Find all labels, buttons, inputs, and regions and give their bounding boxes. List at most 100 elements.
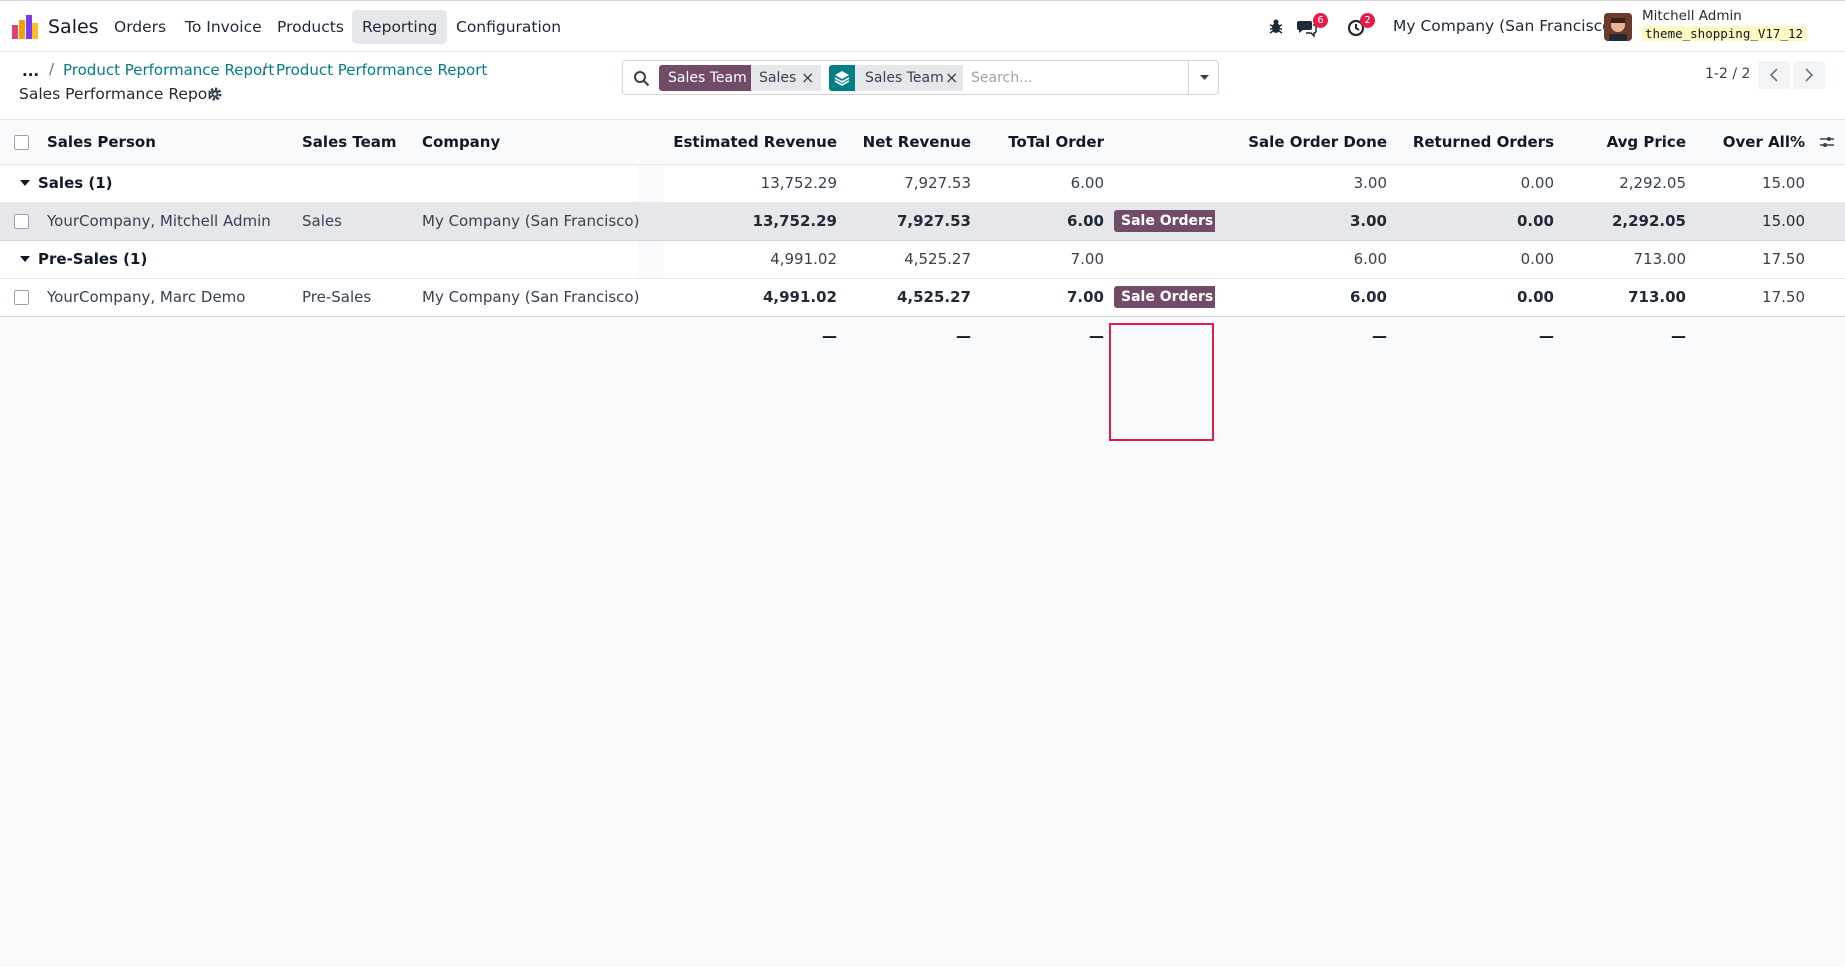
cell-returned-orders: 0.00 [1387,278,1554,317]
page-title: Sales Performance Report [19,85,220,103]
report-table: Sales Person Sales Team Company Estimate… [0,120,1845,356]
group-total: 15.00 [1686,164,1845,203]
cell-avg-price: 713.00 [1554,278,1686,317]
group-total: 7.00 [971,240,1104,279]
col-estimated-revenue[interactable]: Estimated Revenue [664,120,837,165]
col-total-order[interactable]: ToTal Order [971,120,1104,165]
breadcrumb-item[interactable]: Product Performance Report [276,61,487,79]
pager-next-button[interactable] [1793,61,1825,89]
col-sales-team[interactable]: Sales Team [302,120,422,165]
row-checkbox[interactable] [14,214,29,229]
footer-dash: — [971,316,1104,356]
chevron-right-icon [1805,68,1814,82]
list-view: Sales Person Sales Team Company Estimate… [0,120,1845,441]
group-total: 6.00 [971,164,1104,203]
cell-sales-team: Sales [302,202,422,241]
footer-dash: — [664,316,837,356]
caret-down-icon [20,255,30,262]
menu-orders[interactable]: Orders [104,10,176,44]
user-name[interactable]: Mitchell Admin [1642,8,1742,24]
top-navbar: Sales Orders To Invoice Products Reporti… [0,0,1845,52]
group-total: 4,525.27 [837,240,971,279]
search-icon [634,71,650,87]
cell-net-revenue: 7,927.53 [837,202,971,241]
col-sale-order-done[interactable]: Sale Order Done [1215,120,1387,165]
breadcrumb-item[interactable]: Product Performance Report [63,61,274,79]
menu-to-invoice[interactable]: To Invoice [175,10,272,44]
footer-dash: — [837,316,971,356]
cell-total-order: 7.00 [971,278,1104,317]
facet-label-sales-team: Sales Team [659,65,756,91]
col-returned-orders[interactable]: Returned Orders [1387,120,1554,165]
breadcrumb-separator: / [49,60,55,78]
cell-sale-order-done: 6.00 [1215,278,1387,317]
cell-over-all: 17.50 [1686,278,1845,317]
table-header-row: Sales Person Sales Team Company Estimate… [0,120,1845,165]
menu-products[interactable]: Products [267,10,354,44]
footer-dash: — [1554,316,1686,356]
cell-net-revenue: 4,525.27 [837,278,971,317]
col-avg-price[interactable]: Avg Price [1554,120,1686,165]
group-total: 713.00 [1554,240,1686,279]
breadcrumb-more[interactable]: ... [22,62,39,80]
col-net-revenue[interactable]: Net Revenue [837,120,971,165]
col-over-all[interactable]: Over All% [1686,120,1845,165]
group-total: 2,292.05 [1554,164,1686,203]
pager-previous-button[interactable] [1758,61,1790,89]
cell-over-all: 15.00 [1686,202,1845,241]
group-total: 17.50 [1686,240,1845,279]
group-by-layers-icon [829,65,855,91]
sale-orders-button[interactable]: Sale Orders [1114,210,1215,232]
user-avatar[interactable] [1604,13,1632,41]
cell-estimated-revenue: 4,991.02 [664,278,837,317]
bug-icon[interactable] [1265,16,1287,38]
col-company[interactable]: Company [422,120,664,165]
sale-orders-button[interactable]: Sale Orders [1114,286,1215,308]
cell-total-order: 6.00 [971,202,1104,241]
group-total: 4,991.02 [664,240,837,279]
sales-app-icon[interactable] [12,15,38,39]
cell-sales-person: YourCompany, Mitchell Admin [47,202,302,241]
cell-avg-price: 2,292.05 [1554,202,1686,241]
group-total: 6.00 [1215,240,1387,279]
company-switcher[interactable]: My Company (San Francisco) [1393,17,1618,35]
group-name: Pre-Sales (1) [38,250,148,268]
caret-down-icon [20,179,30,186]
col-over-all-label: Over All% [1722,132,1805,151]
table-row[interactable]: YourCompany, Mitchell Admin Sales My Com… [0,202,1845,241]
cell-company: My Company (San Francisco) [422,278,664,317]
cell-company: My Company (San Francisco) [422,202,664,241]
group-total: 13,752.29 [664,164,837,203]
cell-estimated-revenue: 13,752.29 [664,202,837,241]
remove-facet-icon[interactable]: × [801,65,814,91]
table-row[interactable]: YourCompany, Marc Demo Pre-Sales My Comp… [0,278,1845,317]
menu-configuration[interactable]: Configuration [446,10,571,44]
app-name[interactable]: Sales [48,16,99,38]
select-all-checkbox[interactable] [14,134,29,150]
table-footer-row: — — — — — — [0,316,1845,356]
menu-reporting[interactable]: Reporting [352,10,448,44]
col-sales-person[interactable]: Sales Person [47,120,302,165]
col-button [1104,120,1215,165]
row-checkbox[interactable] [14,290,29,305]
optional-columns-icon[interactable] [1819,134,1835,150]
group-name: Sales (1) [38,174,113,192]
footer-dash: — [1387,316,1554,356]
cell-sale-order-done: 3.00 [1215,202,1387,241]
control-panel: ... / Product Performance Report / Produ… [0,52,1845,120]
chevron-left-icon [1769,68,1778,82]
group-total: 3.00 [1215,164,1387,203]
search-options-toggle[interactable] [1188,61,1219,94]
group-total: 0.00 [1387,164,1554,203]
activities-badge: 2 [1360,13,1375,28]
remove-groupby-icon[interactable]: × [945,65,958,91]
messages-badge: 6 [1313,13,1328,28]
pager-value[interactable]: 1-2 / 2 [1705,66,1750,82]
group-total: 7,927.53 [837,164,971,203]
search-input[interactable] [971,68,1171,88]
gear-icon[interactable] [207,86,223,102]
cell-sales-person: YourCompany, Marc Demo [47,278,302,317]
cell-returned-orders: 0.00 [1387,202,1554,241]
group-row-sales[interactable]: Sales (1) 13,752.29 7,927.53 6.00 3.00 0… [0,164,1845,203]
group-row-pre-sales[interactable]: Pre-Sales (1) 4,991.02 4,525.27 7.00 6.0… [0,240,1845,279]
